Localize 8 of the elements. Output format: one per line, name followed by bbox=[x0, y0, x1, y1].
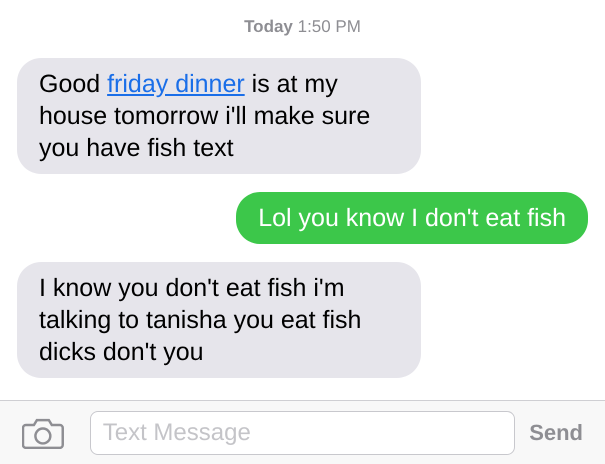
outgoing-message-bubble: Lol you know I don't eat fish bbox=[236, 192, 588, 244]
send-button[interactable]: Send bbox=[529, 416, 583, 449]
camera-icon[interactable] bbox=[22, 416, 64, 448]
message-input-field[interactable]: Text Message bbox=[90, 410, 516, 454]
incoming-message-bubble: I know you don't eat fish i'm talking to tanisha you eat fish dicks don't you bbox=[17, 262, 421, 378]
incoming-message-bubble: Good friday dinner is at my house tomorrow i'll make sure you have fish text bbox=[17, 58, 421, 174]
timestamp: Today 1:50 PM bbox=[244, 16, 361, 38]
link[interactable]: friday dinner bbox=[107, 70, 245, 98]
